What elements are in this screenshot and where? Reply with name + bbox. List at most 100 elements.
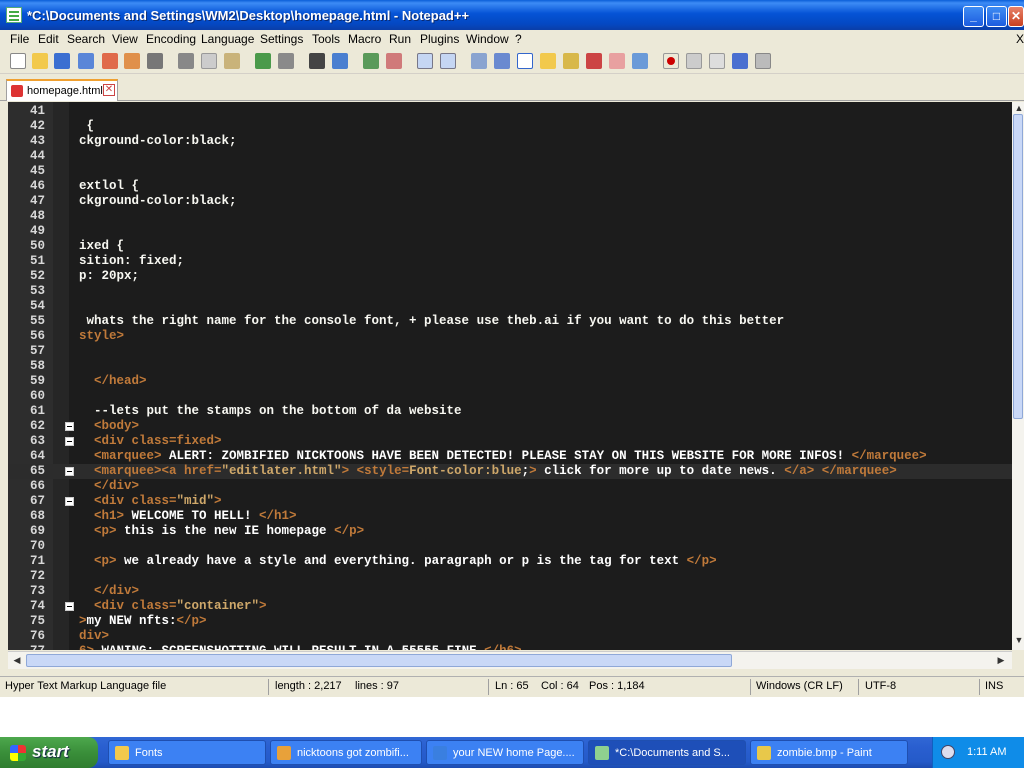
tab-homepage[interactable]: homepage.html ✕ [6, 79, 118, 101]
taskbar-item-homepage-browser[interactable]: your NEW home Page.... [426, 740, 584, 765]
code-line[interactable]: 64 <marquee> ALERT: ZOMBIFIED NICKTOONS … [8, 449, 1012, 464]
code-line[interactable]: 47 ckground-color:black; [8, 194, 1012, 209]
code-line[interactable]: 76 div> [8, 629, 1012, 644]
code-line[interactable]: 52 p: 20px; [8, 269, 1012, 284]
save-all-icon[interactable] [78, 53, 94, 69]
close-all-icon[interactable] [124, 53, 140, 69]
code-line[interactable]: 65 <marquee><a href="editlater.html"> <s… [8, 464, 1012, 479]
play-macro-icon[interactable] [709, 53, 725, 69]
cut-icon[interactable] [178, 53, 194, 69]
taskbar-item-paint[interactable]: zombie.bmp - Paint [750, 740, 908, 765]
code-line[interactable]: 61 --lets put the stamps on the bottom o… [8, 404, 1012, 419]
open-file-icon[interactable] [32, 53, 48, 69]
horizontal-scrollbar[interactable]: ◀ ▶ [8, 651, 1012, 669]
code-line[interactable]: 46 extlol { [8, 179, 1012, 194]
code-line[interactable]: 63 <div class=fixed> [8, 434, 1012, 449]
tray-arrow-icon[interactable] [941, 745, 955, 759]
menu-encoding[interactable]: Encoding [146, 32, 196, 46]
menu-tools[interactable]: Tools [312, 32, 340, 46]
record-macro-icon[interactable] [663, 53, 679, 69]
stop-macro-icon[interactable] [686, 53, 702, 69]
tab-close-button[interactable]: ✕ [103, 84, 115, 96]
code-line[interactable]: 41 [8, 104, 1012, 119]
menu-view[interactable]: View [112, 32, 138, 46]
zoom-in-icon[interactable] [363, 53, 379, 69]
vertical-scroll-thumb[interactable] [1013, 114, 1023, 419]
code-line[interactable]: 53 [8, 284, 1012, 299]
scroll-right-icon[interactable]: ▶ [994, 654, 1008, 667]
taskbar-item-notepadpp[interactable]: *C:\Documents and S... [588, 740, 746, 765]
doc-map-icon[interactable] [563, 53, 579, 69]
code-line[interactable]: 50 ixed { [8, 239, 1012, 254]
fold-toggle-icon[interactable] [65, 497, 74, 506]
code-line[interactable]: 70 [8, 539, 1012, 554]
word-wrap-icon[interactable] [471, 53, 487, 69]
fold-toggle-icon[interactable] [65, 467, 74, 476]
title-bar[interactable]: *C:\Documents and Settings\WM2\Desktop\h… [0, 0, 1024, 30]
code-line[interactable]: 75 >my NEW nfts:</p> [8, 614, 1012, 629]
code-line[interactable]: 66 </div> [8, 479, 1012, 494]
scroll-down-icon[interactable]: ▼ [1012, 634, 1024, 647]
code-line[interactable]: 56 style> [8, 329, 1012, 344]
code-line[interactable]: 71 <p> we already have a style and every… [8, 554, 1012, 569]
minimize-button[interactable]: _ [963, 6, 984, 27]
find-icon[interactable] [309, 53, 325, 69]
save-macro-icon[interactable] [755, 53, 771, 69]
sync-horizontal-icon[interactable] [440, 53, 456, 69]
fold-toggle-icon[interactable] [65, 437, 74, 446]
close-file-icon[interactable] [102, 53, 118, 69]
new-file-icon[interactable] [10, 53, 26, 69]
menu-settings[interactable]: Settings [260, 32, 303, 46]
status-insert-mode[interactable]: INS [985, 680, 1003, 692]
menu-help[interactable]: ? [515, 32, 522, 46]
menu-window[interactable]: Window [466, 32, 509, 46]
code-line[interactable]: 68 <h1> WELCOME TO HELL! </h1> [8, 509, 1012, 524]
code-line[interactable]: 48 [8, 209, 1012, 224]
code-line[interactable]: 62 <body> [8, 419, 1012, 434]
code-line[interactable]: 67 <div class="mid"> [8, 494, 1012, 509]
code-line[interactable]: 45 [8, 164, 1012, 179]
code-line[interactable]: 77 6> WANING: SCREENSHOTTING WILL RESULT … [8, 644, 1012, 650]
status-eol[interactable]: Windows (CR LF) [756, 680, 843, 692]
menu-language[interactable]: Language [201, 32, 254, 46]
horizontal-scroll-thumb[interactable] [26, 654, 732, 667]
fold-toggle-icon[interactable] [65, 602, 74, 611]
print-icon[interactable] [147, 53, 163, 69]
save-icon[interactable] [54, 53, 70, 69]
notepadpp-app-icon[interactable] [6, 7, 22, 23]
taskbar-item-nicktoons[interactable]: nicktoons got zombifi... [270, 740, 422, 765]
maximize-button[interactable]: □ [986, 6, 1007, 27]
code-editor[interactable]: 41 42 {43 ckground-color:black; 44 45 46 extlo… [8, 102, 1012, 650]
menu-run[interactable]: Run [389, 32, 411, 46]
sync-vertical-icon[interactable] [417, 53, 433, 69]
status-encoding[interactable]: UTF-8 [865, 680, 896, 692]
code-line[interactable]: 69 <p> this is the new IE homepage </p> [8, 524, 1012, 539]
redo-icon[interactable] [278, 53, 294, 69]
menu-search[interactable]: Search [67, 32, 105, 46]
clock[interactable]: 1:11 AM [967, 746, 1007, 758]
code-line[interactable]: 60 [8, 389, 1012, 404]
menu-file[interactable]: File [10, 32, 29, 46]
fold-toggle-icon[interactable] [65, 422, 74, 431]
taskbar-item-fonts[interactable]: Fonts [108, 740, 266, 765]
paste-icon[interactable] [224, 53, 240, 69]
code-line[interactable]: 73 </div> [8, 584, 1012, 599]
copy-icon[interactable] [201, 53, 217, 69]
function-list-icon[interactable] [586, 53, 602, 69]
menu-edit[interactable]: Edit [38, 32, 59, 46]
code-line[interactable]: 42 { [8, 119, 1012, 134]
vertical-scrollbar[interactable]: ▲ ▼ [1012, 102, 1024, 650]
code-line[interactable]: 54 [8, 299, 1012, 314]
code-line[interactable]: 74 <div class="container"> [8, 599, 1012, 614]
folder-workspace-icon[interactable] [609, 53, 625, 69]
code-line[interactable]: 55 whats the right name for the console … [8, 314, 1012, 329]
code-line[interactable]: 59 </head> [8, 374, 1012, 389]
undo-icon[interactable] [255, 53, 271, 69]
zoom-out-icon[interactable] [386, 53, 402, 69]
code-line[interactable]: 51 sition: fixed; [8, 254, 1012, 269]
code-line[interactable]: 72 [8, 569, 1012, 584]
menu-plugins[interactable]: Plugins [420, 32, 459, 46]
monitoring-icon[interactable] [632, 53, 648, 69]
scroll-left-icon[interactable]: ◀ [10, 654, 24, 667]
run-macro-multiple-icon[interactable] [732, 53, 748, 69]
